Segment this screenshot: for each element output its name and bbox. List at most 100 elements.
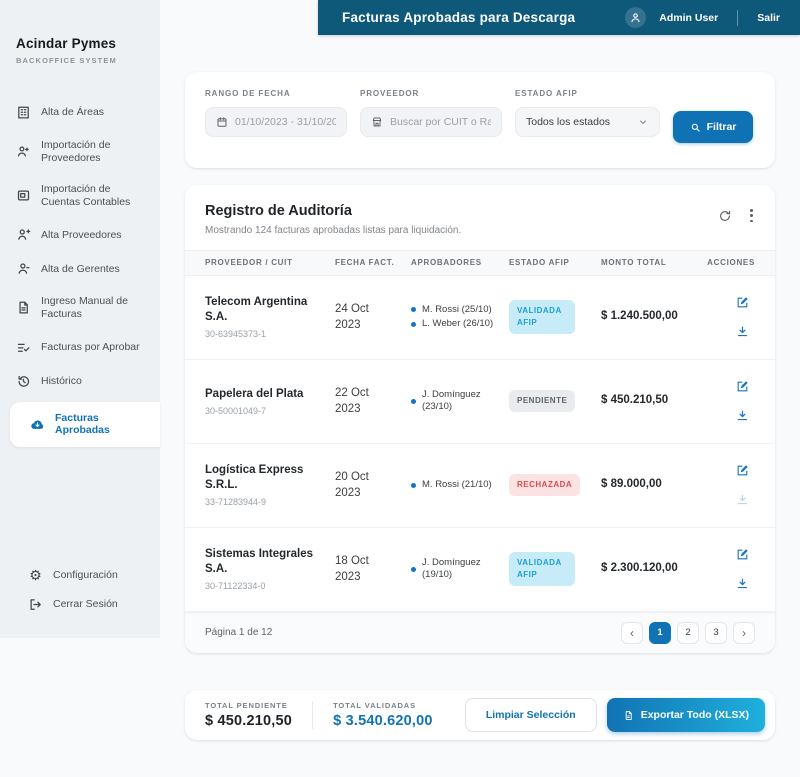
sidebar-item-alta-gerentes[interactable]: Alta de Gerentes [0, 255, 160, 282]
sidebar-item-label: Facturas Aprobadas [55, 412, 150, 437]
sidebar-item-label: Importación de Cuentas Contables [41, 183, 150, 208]
chevron-right-icon: › [742, 626, 746, 640]
total-pendiente-block: TOTAL PENDIENTE $ 450.210,50 [205, 701, 292, 729]
user-avatar-icon[interactable] [625, 7, 646, 28]
audit-title: Registro de Auditoría [205, 203, 461, 219]
user-name: Admin User [659, 12, 718, 24]
sidebar-item-label: Configuración [53, 569, 118, 582]
sidebar-item-importacion-cuentas[interactable]: Importación de Cuentas Contables [0, 177, 160, 214]
download-button[interactable] [736, 577, 749, 590]
download-button[interactable] [736, 409, 749, 422]
logout-button[interactable]: Salir [757, 12, 780, 24]
column-header: APROBADORES [411, 258, 509, 267]
clear-selection-button[interactable]: Limpiar Selección [465, 698, 597, 732]
provider-cuit: 30-71122334-0 [205, 581, 335, 591]
sidebar-item-label: Alta de Gerentes [41, 263, 120, 276]
building-icon [16, 105, 31, 120]
date-range-label: RANGO DE FECHA [205, 89, 347, 98]
estado-afip-selected-value: Todos los estados [526, 116, 630, 128]
amount-total: $ 1.240.500,00 [601, 308, 685, 325]
page-button-2[interactable]: 2 [677, 622, 699, 644]
page-summary: Página 1 de 12 [205, 627, 272, 638]
sidebar-footer: ⚙ Configuración Cerrar Sesión [0, 568, 160, 638]
edit-button[interactable] [736, 296, 749, 309]
brand-title: Acindar Pymes [16, 36, 144, 51]
audit-card: Registro de Auditoría Mostrando 124 fact… [185, 185, 775, 653]
topbar-divider [737, 10, 738, 26]
download-button[interactable] [736, 325, 749, 338]
store-icon [371, 116, 383, 128]
sidebar: Acindar Pymes BACKOFFICE SYSTEM Alta de … [0, 0, 160, 638]
refresh-button[interactable] [718, 209, 732, 223]
sidebar-item-label: Facturas por Aprobar [41, 341, 140, 354]
edit-button[interactable] [736, 548, 749, 561]
filter-card: RANGO DE FECHA 01/10/2023 - 31/10/2023 P… [185, 72, 775, 168]
provider-name: Logística Express S.R.L. [205, 463, 335, 493]
sidebar-item-cerrar-sesion[interactable]: Cerrar Sesión [28, 597, 150, 612]
document-icon [16, 300, 31, 315]
sidebar-item-label: Histórico [41, 375, 82, 388]
date-range-value: 01/10/2023 - 31/10/2023 [235, 116, 336, 128]
person-badge-icon [16, 261, 31, 276]
estado-afip-select[interactable]: Todos los estados [515, 107, 660, 137]
filter-button[interactable]: Filtrar [673, 111, 753, 143]
download-icon [736, 493, 749, 506]
sidebar-item-configuracion[interactable]: ⚙ Configuración [28, 568, 150, 583]
approver-item: J. Domínguez (23/10) [411, 389, 509, 414]
sidebar-item-alta-proveedores[interactable]: Alta Proveedores [0, 221, 160, 248]
sidebar-item-facturas-por-aprobar[interactable]: Facturas por Aprobar [0, 334, 160, 361]
more-options-button[interactable] [748, 207, 755, 224]
sidebar-item-facturas-aprobadas[interactable]: Facturas Aprobadas [10, 402, 160, 447]
export-button[interactable]: Exportar Todo (XLSX) [607, 698, 765, 732]
sidebar-item-alta-de-areas[interactable]: Alta de Áreas [0, 99, 160, 126]
kebab-icon [750, 209, 753, 212]
table-row: Telecom Argentina S.A. 30-63945373-1 24 … [185, 276, 775, 360]
bullet-dot-icon [411, 322, 416, 327]
sidebar-nav: Alta de Áreas Importación de Proveedores… [0, 99, 160, 447]
table-row: Sistemas Integrales S.A. 30-71122334-0 1… [185, 528, 775, 612]
sidebar-item-historico[interactable]: Histórico [0, 368, 160, 395]
sidebar-item-label: Importación de Proveedores [41, 139, 150, 164]
card-icon [16, 188, 31, 203]
brand: Acindar Pymes BACKOFFICE SYSTEM [0, 0, 160, 65]
amount-total: $ 89.000,00 [601, 476, 685, 493]
edit-icon [736, 380, 749, 393]
estado-afip-label: ESTADO AFIP [515, 89, 660, 98]
next-page-button[interactable]: › [733, 622, 755, 644]
chevron-left-icon: ‹ [630, 626, 634, 640]
edit-button[interactable] [736, 464, 749, 477]
download-button-disabled [736, 493, 749, 506]
brand-subtitle: BACKOFFICE SYSTEM [16, 56, 144, 65]
total-pendiente-value: $ 450.210,50 [205, 713, 292, 729]
prev-page-button[interactable]: ‹ [621, 622, 643, 644]
page-button-1[interactable]: 1 [649, 622, 671, 644]
download-icon [736, 577, 749, 590]
edit-button[interactable] [736, 380, 749, 393]
sidebar-item-importacion-proveedores[interactable]: Importación de Proveedores [0, 133, 160, 170]
export-button-label: Exportar Todo (XLSX) [641, 709, 749, 721]
provider-field: PROVEEDOR [360, 89, 502, 151]
provider-cuit: 30-50001049-7 [205, 406, 335, 416]
provider-search-input[interactable] [390, 116, 491, 128]
logout-icon [28, 597, 43, 612]
audit-subtitle: Mostrando 124 facturas aprobadas listas … [205, 225, 461, 236]
status-badge: RECHAZADA [509, 474, 580, 496]
chevron-down-icon [637, 116, 649, 128]
date-range-input[interactable]: 01/10/2023 - 31/10/2023 [205, 107, 347, 137]
page-button-3[interactable]: 3 [705, 622, 727, 644]
approver-item: L. Weber (26/10) [411, 318, 509, 330]
users-import-icon [16, 144, 31, 159]
filter-button-label: Filtrar [707, 121, 737, 133]
invoice-date: 18 Oct 2023 [335, 553, 387, 585]
file-export-icon [623, 710, 634, 721]
audit-header: Registro de Auditoría Mostrando 124 fact… [185, 185, 775, 250]
table-row: Logística Express S.R.L. 33-71283944-9 2… [185, 444, 775, 528]
bullet-dot-icon [411, 567, 416, 572]
estado-afip-field: ESTADO AFIP Todos los estados [515, 89, 660, 151]
provider-name: Papelera del Plata [205, 387, 335, 402]
sidebar-item-ingreso-manual[interactable]: Ingreso Manual de Facturas [0, 289, 160, 326]
provider-label: PROVEEDOR [360, 89, 502, 98]
sidebar-item-label: Cerrar Sesión [53, 598, 118, 611]
sidebar-item-label: Ingreso Manual de Facturas [41, 295, 150, 320]
pagination-bar: Página 1 de 12 ‹ 1 2 3 › [185, 612, 775, 653]
